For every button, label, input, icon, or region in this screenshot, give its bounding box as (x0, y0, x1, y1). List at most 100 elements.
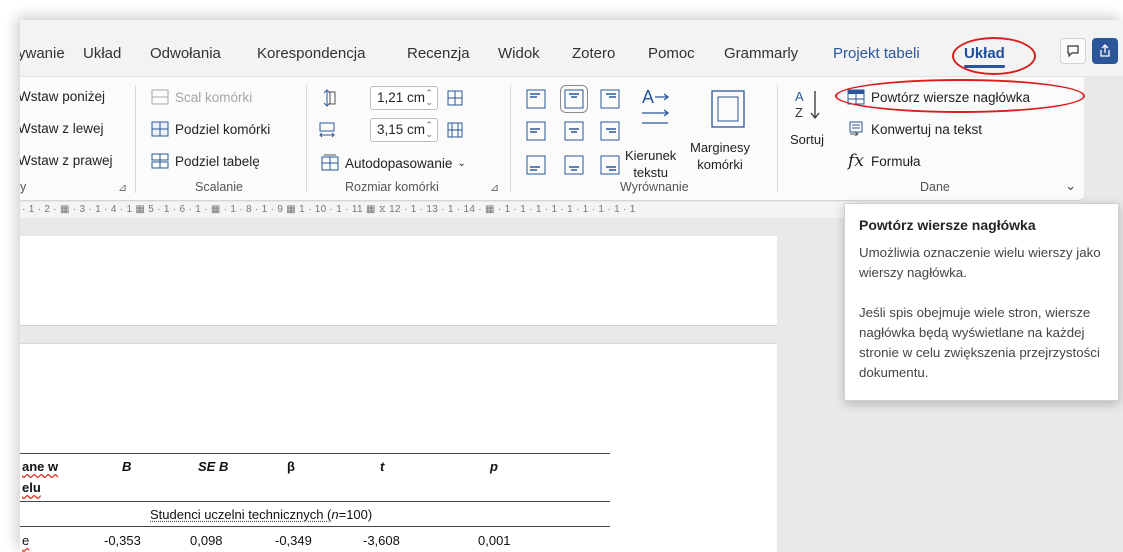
cell-margins-icon[interactable] (710, 89, 746, 129)
distribute-rows-icon[interactable] (446, 89, 464, 107)
table-row-1-p: 0,001 (478, 533, 511, 548)
svg-text:Z: Z (795, 105, 803, 120)
tooltip-description: Umożliwia oznaczenie wielu wierszy jako … (859, 245, 1101, 280)
cell-margins-label-2: komórki (697, 157, 743, 172)
column-width-input[interactable]: 3,15 cm ⌃ ⌄ (370, 118, 438, 142)
text-direction-icon[interactable]: A (638, 85, 672, 129)
align-bottom-left-icon[interactable] (526, 155, 546, 175)
row-height-value: 1,21 cm (377, 90, 426, 105)
highlight-oval-layout-tab (952, 37, 1036, 75)
table-header-t: t (380, 459, 385, 474)
insert-right-button[interactable]: Wstaw z prawej (20, 153, 113, 168)
table-header-b: B (122, 459, 132, 474)
convert-to-text-button[interactable]: Konwertuj na tekst (846, 120, 982, 138)
distribute-columns-icon[interactable] (446, 121, 464, 139)
merge-cells-label: Scal komórki (175, 89, 253, 105)
formula-button[interactable]: fx Formuła (846, 151, 920, 171)
table-header-se-b: SE B (198, 459, 229, 474)
word-window: ywanie Układ Odwołania Korespondencja Re… (20, 20, 1123, 552)
align-top-right-icon[interactable] (600, 89, 620, 109)
tab-help[interactable]: Pomoc (648, 45, 695, 62)
autofit-button[interactable]: Autodopasowanie ⌄ (320, 154, 466, 172)
table-header-variables-line1: ane w (22, 459, 59, 474)
convert-to-text-icon (846, 120, 866, 138)
tab-review[interactable]: Recenzja (407, 45, 470, 62)
autofit-label: Autodopasowanie (345, 155, 453, 171)
column-width-value: 3,15 cm (377, 122, 426, 137)
table-header-variables: ane w (22, 459, 58, 474)
tooltip-repeat-header-rows: Powtórz wiersze nagłówka Umożliwia oznac… (844, 203, 1119, 401)
align-middle-left-icon[interactable] (526, 121, 546, 141)
insert-below-button[interactable]: Wstaw poniżej (20, 89, 105, 104)
align-middle-center-icon[interactable] (564, 121, 584, 141)
convert-to-text-label: Konwertuj na tekst (871, 121, 983, 137)
tab-view[interactable]: Widok (498, 45, 540, 62)
table-top-rule (20, 453, 610, 454)
split-cells-icon (150, 120, 170, 138)
tab-mailings[interactable]: Korespondencja (257, 45, 365, 62)
align-middle-right-icon[interactable] (600, 121, 620, 141)
row-height-spinner[interactable]: ⌃ ⌄ (425, 89, 433, 107)
horizontal-ruler[interactable]: · 1 · 2 · ▦ · 3 · 1 · 4 · 1 ▦ 5 · 1 · 6 … (20, 202, 860, 218)
group-label-data: Dane (920, 180, 950, 194)
sort-icon[interactable]: AZ (793, 87, 823, 123)
table-header-variables-line2-text: elu (22, 480, 41, 495)
table-row-1-beta: -0,349 (275, 533, 312, 548)
tab-table-design[interactable]: Projekt tabeli (833, 45, 920, 62)
column-width-spinner[interactable]: ⌃ ⌄ (425, 121, 433, 139)
cell-margins-button[interactable]: Marginesy komórki (690, 139, 750, 173)
table-header-p: p (490, 459, 498, 474)
split-table-button[interactable]: Podziel tabelę (150, 152, 260, 170)
tab-grammarly[interactable]: Grammarly (724, 45, 798, 62)
document-page-previous (20, 236, 777, 326)
group-label-merge: Scalanie (195, 180, 243, 194)
group-label-rows-columns: y (20, 180, 27, 194)
align-top-center-icon[interactable] (560, 85, 588, 113)
table-row-1-se-b: 0,098 (190, 533, 223, 548)
insert-left-button[interactable]: Wstaw z lewej (20, 121, 104, 136)
tooltip-gap (859, 283, 1104, 303)
share-icon[interactable] (1092, 38, 1118, 64)
sort-label[interactable]: Sortuj (790, 131, 824, 148)
formula-icon: fx (848, 151, 864, 171)
ribbon-panel: Wstaw poniżej Wstaw z lewej Wstaw z praw… (20, 76, 1085, 201)
row-height-input[interactable]: 1,21 cm ⌃ ⌄ (370, 86, 438, 110)
comments-icon[interactable] (1060, 38, 1086, 64)
collapse-ribbon-chevron-icon[interactable]: ⌄ (1065, 178, 1076, 194)
tab-references[interactable]: Odwołania (150, 45, 221, 62)
align-top-left-icon[interactable] (526, 89, 546, 109)
tab-zotero[interactable]: Zotero (572, 45, 615, 62)
group-separator (135, 85, 136, 193)
dialog-launcher-icon[interactable]: ⊿ (118, 181, 127, 194)
ribbon-tabs: ywanie Układ Odwołania Korespondencja Re… (20, 20, 1123, 76)
split-table-label: Podziel tabelę (175, 153, 260, 169)
tab-layout[interactable]: Układ (83, 45, 121, 62)
svg-text:A: A (795, 89, 804, 104)
column-width-icon (318, 121, 336, 139)
table-header-beta: β (287, 459, 295, 474)
document-page-current: ane w B SE B β t p elu Studenci uczelni … (20, 343, 777, 552)
table-group-rule (20, 526, 610, 527)
tooltip-details: Jeśli spis obejmuje wiele stron, wiersze… (859, 305, 1100, 380)
dialog-launcher-icon[interactable]: ⊿ (490, 181, 499, 194)
table-header-rule (20, 501, 610, 502)
group-separator (510, 85, 511, 193)
text-direction-button[interactable]: Kierunek tekstu (625, 147, 676, 181)
table-subheader-group: Studenci uczelni technicznych (n=100) (150, 507, 372, 522)
table-row-1-b: -0,353 (104, 533, 141, 548)
align-bottom-right-icon[interactable] (600, 155, 620, 175)
group-separator (306, 85, 307, 193)
group-separator (777, 85, 778, 193)
autofit-icon (320, 154, 340, 172)
text-direction-label-1: Kierunek (625, 148, 677, 163)
merge-cells-button[interactable]: Scal komórki (150, 88, 252, 106)
row-height-icon (318, 89, 336, 107)
align-bottom-center-icon[interactable] (564, 155, 584, 175)
table-header-variables-line2: elu (22, 480, 41, 495)
table-row-1-t: -3,608 (363, 533, 400, 548)
chevron-down-icon: ⌄ (457, 157, 466, 169)
table-row-1-label: e (22, 533, 29, 548)
table-subheader-suffix: =100) (338, 507, 373, 522)
tab-insert-partial[interactable]: ywanie (20, 45, 65, 62)
split-cells-button[interactable]: Podziel komórki (150, 120, 270, 138)
